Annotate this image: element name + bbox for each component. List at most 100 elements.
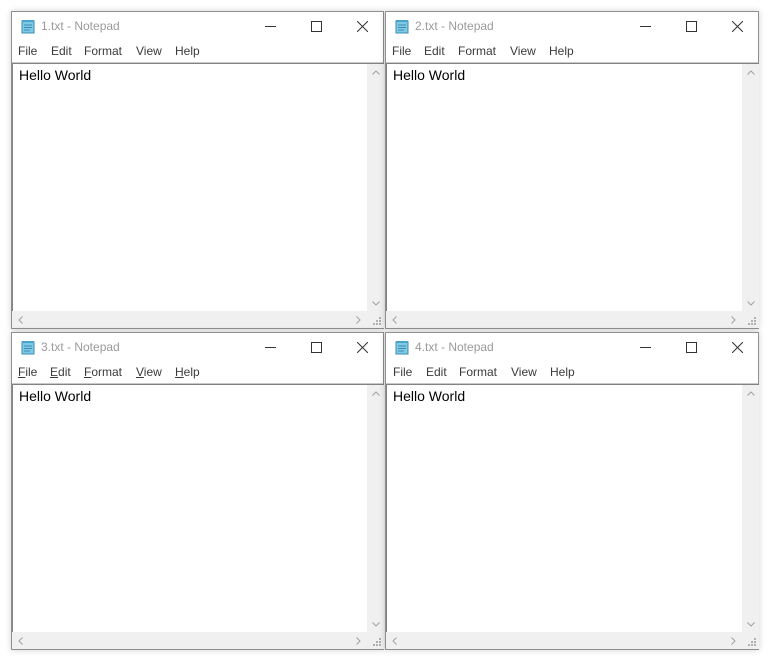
scroll-left-button[interactable] xyxy=(386,311,403,328)
menu-file[interactable]: File xyxy=(18,44,37,59)
resize-grip-icon xyxy=(748,317,756,325)
resize-grip[interactable] xyxy=(367,311,384,328)
notepad-icon xyxy=(21,20,35,34)
chevron-down-icon xyxy=(371,622,380,627)
maximize-icon xyxy=(310,342,322,353)
scroll-right-button[interactable] xyxy=(725,632,742,649)
menu-file[interactable]: File xyxy=(393,365,412,380)
scroll-up-button[interactable] xyxy=(742,385,759,402)
menu-format[interactable]: Format xyxy=(458,44,496,59)
text-editor[interactable]: Hello World xyxy=(12,63,367,312)
maximize-icon xyxy=(310,21,322,32)
scroll-left-button[interactable] xyxy=(12,632,29,649)
vertical-scrollbar[interactable] xyxy=(367,63,384,312)
chevron-right-icon xyxy=(731,315,736,324)
menu-file[interactable]: File xyxy=(18,365,37,380)
menu-help[interactable]: Help xyxy=(549,44,574,59)
title-bar[interactable]: 4.txt - Notepad xyxy=(386,333,758,362)
chevron-down-icon xyxy=(746,622,755,627)
scroll-down-button[interactable] xyxy=(742,295,759,312)
close-button[interactable] xyxy=(339,12,385,41)
menu-edit[interactable]: Edit xyxy=(51,44,72,59)
menu-help[interactable]: Help xyxy=(175,44,200,59)
maximize-icon xyxy=(685,342,697,353)
menu-file[interactable]: File xyxy=(392,44,411,59)
vertical-scrollbar[interactable] xyxy=(742,63,759,312)
window-title: 2.txt - Notepad xyxy=(415,19,494,33)
scroll-right-button[interactable] xyxy=(350,632,367,649)
horizontal-scrollbar[interactable] xyxy=(12,632,367,649)
document-text: Hello World xyxy=(393,388,466,404)
resize-grip[interactable] xyxy=(367,632,384,649)
menu-view[interactable]: View xyxy=(136,44,162,59)
minimize-button[interactable] xyxy=(622,333,668,362)
resize-grip-icon xyxy=(373,638,381,646)
window-title: 4.txt - Notepad xyxy=(415,340,494,354)
scroll-left-button[interactable] xyxy=(386,632,403,649)
resize-grip[interactable] xyxy=(742,311,759,328)
maximize-button[interactable] xyxy=(668,333,714,362)
horizontal-scrollbar[interactable] xyxy=(12,311,367,328)
scroll-down-button[interactable] xyxy=(367,616,384,633)
close-button[interactable] xyxy=(339,333,385,362)
close-icon xyxy=(356,21,368,32)
close-button[interactable] xyxy=(714,12,760,41)
notepad-window-2[interactable]: 2.txt - Notepad File Edit Format View He… xyxy=(385,11,759,329)
vertical-scrollbar[interactable] xyxy=(367,384,384,633)
menu-format[interactable]: Format xyxy=(459,365,497,380)
scroll-right-button[interactable] xyxy=(350,311,367,328)
vertical-scrollbar[interactable] xyxy=(742,384,759,633)
chevron-left-icon xyxy=(392,315,397,324)
scroll-down-button[interactable] xyxy=(367,295,384,312)
close-icon xyxy=(731,21,743,32)
menu-view[interactable]: View xyxy=(136,365,162,380)
desktop: 1.txt - Notepad File Edit Format View He… xyxy=(0,0,771,662)
menu-bar: File Edit Format View Help xyxy=(386,362,758,384)
chevron-down-icon xyxy=(746,301,755,306)
chevron-left-icon xyxy=(18,636,23,645)
menu-format[interactable]: Format xyxy=(84,44,122,59)
menu-edit[interactable]: Edit xyxy=(424,44,445,59)
menu-help[interactable]: Help xyxy=(550,365,575,380)
close-icon xyxy=(731,342,743,353)
menu-view[interactable]: View xyxy=(510,44,536,59)
notepad-window-3[interactable]: 3.txt - Notepad File Edit Format View He… xyxy=(11,332,384,650)
text-editor[interactable]: Hello World xyxy=(12,384,367,633)
title-bar[interactable]: 1.txt - Notepad xyxy=(12,12,383,41)
notepad-window-1[interactable]: 1.txt - Notepad File Edit Format View He… xyxy=(11,11,384,329)
notepad-window-4[interactable]: 4.txt - Notepad File Edit Format View He… xyxy=(385,332,759,650)
resize-grip[interactable] xyxy=(742,632,759,649)
document-text: Hello World xyxy=(19,67,92,83)
minimize-button[interactable] xyxy=(247,12,293,41)
document-text: Hello World xyxy=(393,67,466,83)
horizontal-scrollbar[interactable] xyxy=(386,632,742,649)
title-bar[interactable]: 3.txt - Notepad xyxy=(12,333,383,362)
close-button[interactable] xyxy=(714,333,760,362)
menu-view[interactable]: View xyxy=(511,365,537,380)
scroll-up-button[interactable] xyxy=(742,64,759,81)
menu-format[interactable]: Format xyxy=(84,365,122,380)
scroll-right-button[interactable] xyxy=(725,311,742,328)
chevron-down-icon xyxy=(371,301,380,306)
maximize-button[interactable] xyxy=(293,12,339,41)
text-editor[interactable]: Hello World xyxy=(386,63,742,312)
chevron-up-icon xyxy=(371,391,380,396)
resize-grip-icon xyxy=(748,638,756,646)
maximize-icon xyxy=(685,21,697,32)
minimize-button[interactable] xyxy=(622,12,668,41)
scroll-down-button[interactable] xyxy=(742,616,759,633)
menu-help[interactable]: Help xyxy=(175,365,200,380)
close-icon xyxy=(356,342,368,353)
scroll-up-button[interactable] xyxy=(367,385,384,402)
menu-edit[interactable]: Edit xyxy=(426,365,447,380)
maximize-button[interactable] xyxy=(293,333,339,362)
scroll-up-button[interactable] xyxy=(367,64,384,81)
menu-edit[interactable]: Edit xyxy=(50,365,71,380)
maximize-button[interactable] xyxy=(668,12,714,41)
chevron-left-icon xyxy=(392,636,397,645)
minimize-button[interactable] xyxy=(247,333,293,362)
title-bar[interactable]: 2.txt - Notepad xyxy=(386,12,758,41)
scroll-left-button[interactable] xyxy=(12,311,29,328)
text-editor[interactable]: Hello World xyxy=(386,384,742,633)
horizontal-scrollbar[interactable] xyxy=(386,311,742,328)
